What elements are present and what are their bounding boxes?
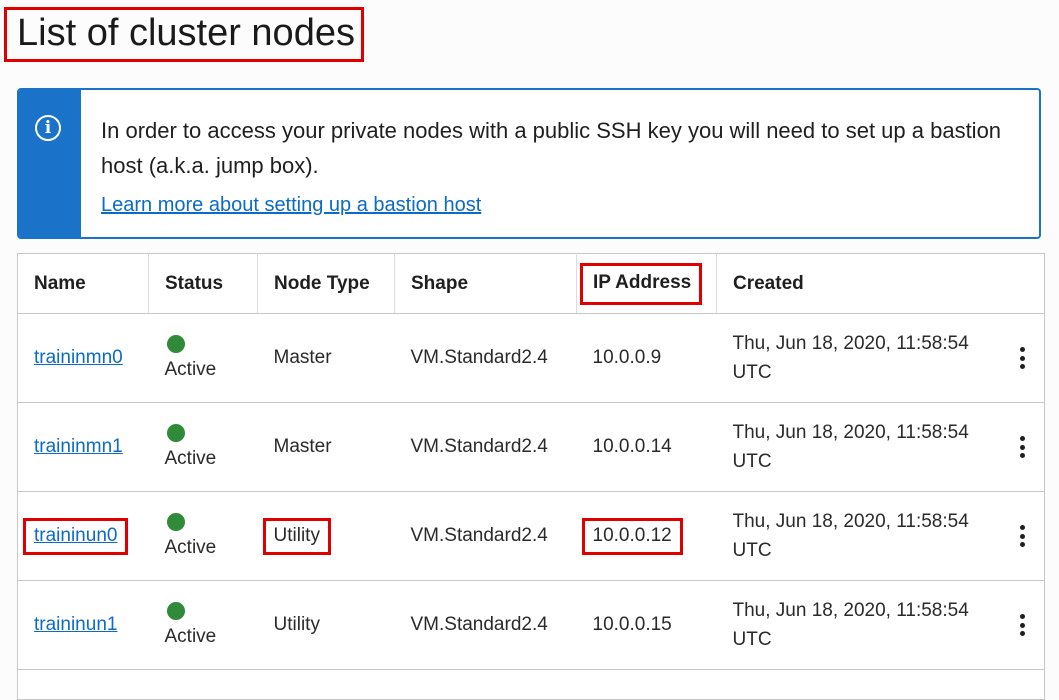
cell-ip: 10.0.0.15: [576, 580, 717, 670]
banner-accent-bar: i: [19, 90, 81, 237]
info-banner: i In order to access your private nodes …: [17, 88, 1041, 239]
cell-status: Active: [148, 491, 258, 581]
bastion-host-link[interactable]: Learn more about setting up a bastion ho…: [101, 194, 481, 217]
column-header-shape[interactable]: Shape: [394, 253, 577, 314]
cell-status: Active: [148, 313, 258, 403]
more-actions-icon[interactable]: [1015, 432, 1031, 462]
ip-address-header-label: IP Address: [580, 262, 703, 305]
cell-name: traininun1: [17, 580, 149, 670]
more-actions-icon[interactable]: [1015, 610, 1031, 640]
cell-status: Active: [148, 580, 258, 670]
cell-node-type: Utility: [257, 491, 395, 581]
status-active-icon: [166, 424, 185, 442]
node-name-highlight: traininun0: [23, 518, 129, 555]
cell-actions: [994, 580, 1045, 670]
table-row: traininmn0 Active Master VM.Standard2.4 …: [17, 313, 1045, 403]
cell-actions: [994, 402, 1045, 492]
cell-status: Active: [148, 402, 258, 492]
cell-name: traininmn1: [17, 402, 149, 492]
cell-node-type: Master: [257, 313, 395, 403]
cell-ip: 10.0.0.9: [576, 313, 717, 403]
cell-created: Thu, Jun 18, 2020, 11:58:54 UTC: [716, 402, 995, 492]
cell-created: Thu, Jun 18, 2020, 11:58:54 UTC: [716, 580, 995, 670]
ip-highlight: 10.0.0.12: [581, 518, 683, 555]
status-text: Active: [164, 359, 217, 380]
table-row: traininun0 Active Utility VM.Standard2.4…: [17, 491, 1045, 581]
page-title-highlight: List of cluster nodes: [4, 7, 364, 62]
cell-actions: [994, 491, 1045, 581]
cell-node-type: Utility: [257, 580, 395, 670]
column-header-created[interactable]: Created: [716, 253, 995, 314]
more-actions-icon[interactable]: [1015, 521, 1031, 551]
cell-shape: VM.Standard2.4: [394, 313, 577, 403]
cell-ip: 10.0.0.12: [576, 491, 717, 581]
status-active-icon: [166, 602, 185, 620]
column-header-node-type[interactable]: Node Type: [257, 253, 395, 314]
cluster-nodes-table: Name Status Node Type Shape IP Address C…: [17, 253, 1045, 700]
cell-ip: 10.0.0.14: [576, 402, 717, 492]
status-text: Active: [164, 448, 217, 469]
cell-shape: VM.Standard2.4: [394, 491, 577, 581]
status-active-icon: [166, 335, 185, 353]
cell-node-type: Master: [257, 402, 395, 492]
node-type-highlight: Utility: [262, 518, 331, 555]
column-header-ip-address[interactable]: IP Address: [576, 253, 717, 314]
table-header-row: Name Status Node Type Shape IP Address C…: [17, 253, 1045, 314]
cell-shape: VM.Standard2.4: [394, 580, 577, 670]
column-header-status[interactable]: Status: [148, 253, 258, 314]
node-name-link[interactable]: traininmn0: [34, 347, 123, 368]
status-text: Active: [164, 537, 217, 558]
cell-name: traininun0: [17, 491, 149, 581]
cell-shape: VM.Standard2.4: [394, 402, 577, 492]
cell-created: Thu, Jun 18, 2020, 11:58:54 UTC: [716, 313, 995, 403]
info-icon: i: [35, 115, 61, 141]
page-title: List of cluster nodes: [17, 12, 355, 54]
table-row: traininun1 Active Utility VM.Standard2.4…: [17, 580, 1045, 670]
cell-actions: [994, 313, 1045, 403]
status-text: Active: [164, 626, 217, 647]
node-name-link[interactable]: traininun1: [34, 614, 117, 635]
table-row: traininmn1 Active Master VM.Standard2.4 …: [17, 402, 1045, 492]
node-name-link[interactable]: traininun0: [34, 525, 117, 546]
column-header-name[interactable]: Name: [17, 253, 149, 314]
cell-name: traininmn0: [17, 313, 149, 403]
cell-created: Thu, Jun 18, 2020, 11:58:54 UTC: [716, 491, 995, 581]
more-actions-icon[interactable]: [1015, 343, 1031, 373]
status-active-icon: [166, 513, 185, 531]
column-header-actions: [994, 253, 1045, 314]
banner-message: In order to access your private nodes wi…: [101, 118, 1002, 178]
node-name-link[interactable]: traininmn1: [34, 436, 123, 457]
